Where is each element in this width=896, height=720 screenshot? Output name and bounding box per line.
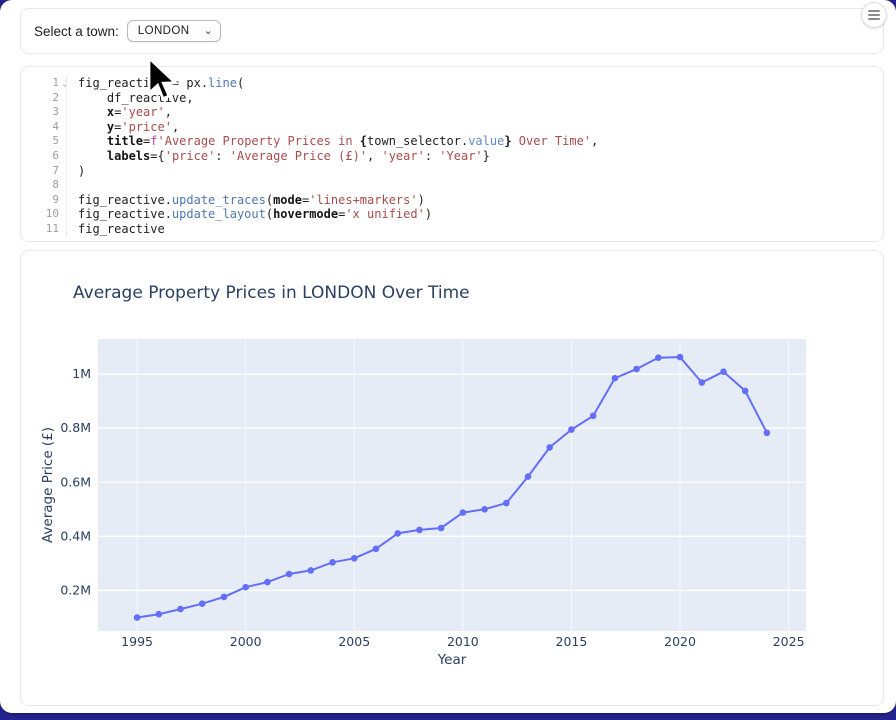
menu-button[interactable]: [861, 2, 887, 28]
svg-text:2000: 2000: [230, 634, 262, 649]
svg-text:Average Property Prices in LON: Average Property Prices in LONDON Over T…: [73, 283, 470, 303]
hamburger-icon: [868, 10, 880, 12]
code-cell[interactable]: 1⌄234567891011 fig_reactive = px.line( d…: [20, 66, 884, 242]
svg-text:Year: Year: [437, 652, 467, 668]
svg-text:1M: 1M: [72, 366, 91, 381]
svg-text:2025: 2025: [773, 634, 805, 649]
svg-text:1995: 1995: [121, 634, 153, 649]
svg-text:0.8M: 0.8M: [60, 420, 91, 435]
svg-text:2020: 2020: [664, 634, 696, 649]
hamburger-icon: [868, 14, 880, 16]
hamburger-icon: [868, 18, 880, 20]
svg-text:0.2M: 0.2M: [60, 582, 91, 597]
town-select[interactable]: LONDON: [127, 20, 221, 42]
town-selector-cell: Select a town: LONDON ⌄: [20, 8, 884, 54]
svg-text:2015: 2015: [556, 634, 588, 649]
svg-text:2005: 2005: [338, 634, 370, 649]
svg-text:0.4M: 0.4M: [60, 528, 91, 543]
svg-text:Average Price (£): Average Price (£): [40, 427, 56, 543]
notebook-panel: Select a town: LONDON ⌄ 1⌄234567891011 f…: [0, 0, 896, 713]
svg-text:0.6M: 0.6M: [60, 474, 91, 489]
town-selector-label: Select a town:: [34, 24, 119, 39]
chart-output-cell: 1995 2000 2005 2010 2015 2020 2025 0.2M 0.4M 0.6M…: [20, 250, 884, 706]
svg-text:2010: 2010: [447, 634, 479, 649]
line-number-gutter: 1⌄234567891011: [21, 76, 67, 237]
code-editor[interactable]: fig_reactive = px.line( df_reactive, x='…: [67, 76, 883, 237]
plotly-line-chart[interactable]: 1995 2000 2005 2010 2015 2020 2025 0.2M 0.4M 0.6M…: [21, 251, 883, 696]
